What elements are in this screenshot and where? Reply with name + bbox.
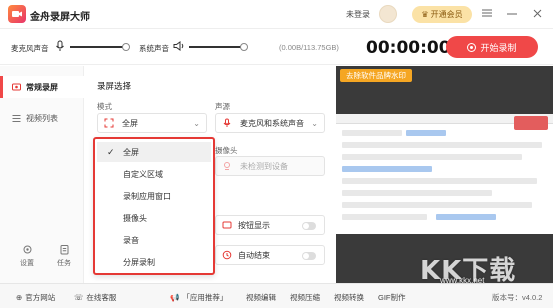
mic-label: 麦克风声音: [11, 44, 49, 53]
audio-source-value: 麦克风和系统声音: [240, 118, 304, 128]
mode-label: 模式: [97, 102, 112, 111]
dropdown-option-label: 全屏: [123, 147, 139, 157]
disk-usage: (0.00B/113.75GB): [279, 43, 339, 52]
settings-label: 设置: [20, 260, 34, 267]
button-display-row: 按钮显示: [215, 215, 325, 235]
official-site-label: 官方网站: [25, 293, 56, 302]
start-record-button[interactable]: 开始录制: [446, 36, 538, 58]
chevron-down-icon: ⌄: [311, 119, 318, 128]
task-icon: [60, 245, 68, 255]
start-record-label: 开始录制: [480, 42, 517, 53]
remove-watermark-button[interactable]: 去除软件品牌水印: [340, 69, 412, 82]
screen-preview-image: [336, 114, 553, 234]
version-label: 版本号：v4.0.2: [492, 293, 543, 302]
button-display-label: 按钮显示: [238, 220, 270, 230]
tasks-label: 任务: [57, 260, 71, 267]
microphone-icon: [223, 118, 231, 127]
megaphone-icon: 📢: [170, 293, 180, 302]
screen-record-icon: [12, 83, 21, 90]
customer-service-label: 在线客服: [86, 293, 117, 302]
title-bar: 金舟录屏大师 未登录 ♛ 开通会员: [0, 0, 553, 29]
auto-stop-row: 自动结束: [215, 245, 325, 265]
customer-service-link[interactable]: ☏ 在线客服: [74, 292, 116, 303]
fullscreen-icon: [104, 118, 114, 128]
sidebar-item-regular-record[interactable]: 常规录屏: [0, 76, 84, 98]
record-icon: [467, 42, 477, 52]
dropdown-option-label: 摄像头: [123, 213, 147, 223]
mic-volume-slider[interactable]: [70, 43, 130, 51]
vip-button[interactable]: ♛ 开通会员: [412, 6, 472, 23]
video-list-icon: [12, 114, 21, 122]
dropdown-option-label: 录音: [123, 235, 139, 245]
audio-toolbar: 麦克风声音 系统声音 (0.00B/113.75GB) 00:00:00 开始录…: [0, 29, 553, 65]
official-site-link[interactable]: ⊕ 官方网站: [16, 292, 55, 303]
audio-source-select[interactable]: 麦克风和系统声音 ⌄: [215, 113, 325, 133]
speaker-icon[interactable]: [173, 40, 185, 52]
camera-select[interactable]: 未检测到设备: [215, 156, 325, 176]
vip-button-label: 开通会员: [430, 10, 463, 19]
button-display-icon: [222, 221, 232, 229]
gear-icon: [23, 245, 31, 254]
check-icon: ✓: [107, 147, 115, 157]
sidebar-item-label: 视频列表: [26, 113, 58, 123]
mode-select[interactable]: 全屏 ⌄: [97, 113, 207, 133]
button-display-toggle[interactable]: [302, 222, 316, 230]
dropdown-option-label: 分屏录制: [123, 257, 155, 267]
mode-select-value: 全屏: [122, 118, 138, 128]
tasks-button[interactable]: 任务: [52, 244, 76, 268]
crown-icon: ♛: [421, 10, 429, 19]
globe-icon: ⊕: [16, 293, 23, 302]
video-edit-link[interactable]: 视频编辑: [246, 292, 276, 303]
app-logo: [8, 5, 26, 23]
dropdown-option-custom-area[interactable]: 自定义区域: [97, 164, 211, 184]
video-compress-link[interactable]: 视频压缩: [290, 292, 320, 303]
dropdown-option-label: 自定义区域: [123, 169, 163, 179]
minimize-icon[interactable]: [505, 6, 519, 20]
camera-label: 摄像头: [215, 146, 238, 155]
app-recommend-label: 「应用推荐」: [182, 293, 228, 302]
sidebar-item-label: 常规录屏: [26, 82, 58, 92]
login-link[interactable]: 未登录: [346, 9, 370, 20]
dropdown-option-split-screen[interactable]: 分屏录制: [97, 252, 211, 272]
kkx-watermark-url: www.kkx.net: [440, 276, 485, 285]
system-volume-slider[interactable]: [189, 43, 248, 51]
close-icon[interactable]: [530, 6, 544, 20]
camera-select-value: 未检测到设备: [240, 161, 288, 171]
dropdown-option-fullscreen[interactable]: ✓ 全屏: [97, 142, 211, 162]
audio-label: 声源: [215, 102, 230, 111]
video-convert-link[interactable]: 视频转换: [334, 292, 364, 303]
section-title: 录屏选择: [97, 81, 132, 91]
dropdown-option-audio[interactable]: 录音: [97, 230, 211, 250]
clock-icon: [222, 250, 232, 260]
mode-dropdown: ✓ 全屏 自定义区域 录制应用窗口 摄像头 录音 分屏录制: [93, 137, 215, 275]
headset-icon: ☏: [74, 293, 84, 302]
sidebar-item-video-list[interactable]: 视频列表: [0, 107, 84, 129]
avatar[interactable]: [379, 5, 397, 23]
speaker-label: 系统声音: [139, 44, 169, 53]
sidebar: 常规录屏 视频列表 设置 任务: [0, 66, 84, 283]
dropdown-option-label: 录制应用窗口: [123, 191, 171, 201]
menu-icon[interactable]: [480, 6, 494, 20]
dropdown-option-app-window[interactable]: 录制应用窗口: [97, 186, 211, 206]
gif-make-link[interactable]: GIF制作: [378, 292, 406, 303]
chevron-down-icon: ⌄: [193, 119, 200, 128]
auto-stop-toggle[interactable]: [302, 252, 316, 260]
camera-icon: [224, 162, 230, 170]
settings-button[interactable]: 设置: [15, 244, 39, 268]
dropdown-option-camera[interactable]: 摄像头: [97, 208, 211, 228]
app-title: 金舟录屏大师: [30, 12, 90, 23]
microphone-icon[interactable]: [54, 40, 66, 52]
app-recommend-link[interactable]: 📢 「应用推荐」: [170, 292, 227, 303]
record-timer: 00:00:00: [366, 38, 451, 58]
auto-stop-label: 自动结束: [238, 250, 270, 260]
